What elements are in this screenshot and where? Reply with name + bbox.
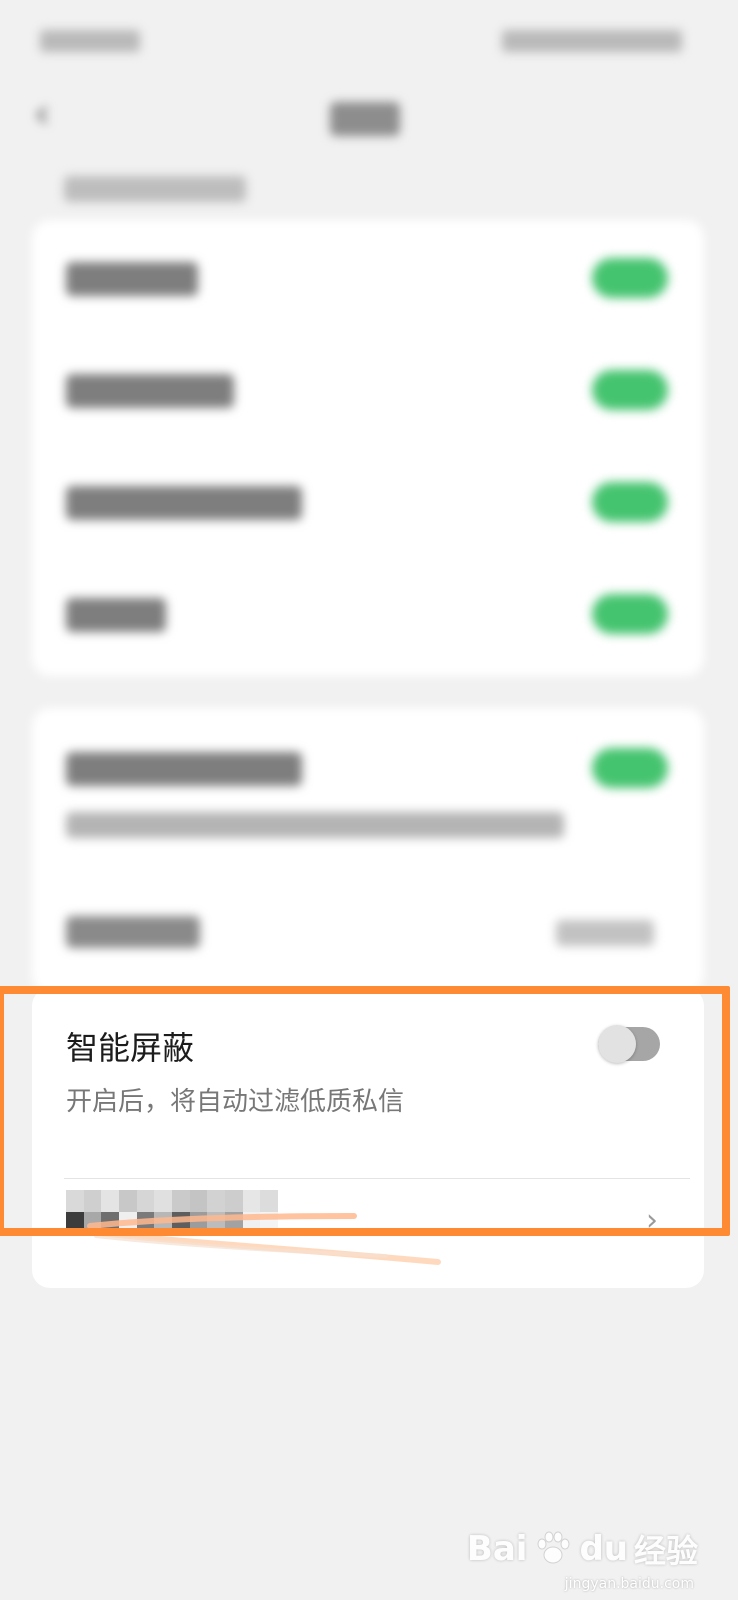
status-bar xyxy=(40,26,682,56)
watermark-brand-suffix: du xyxy=(579,1529,628,1569)
smart-block-title: 智能屏蔽 xyxy=(66,1029,195,1067)
watermark-jingyan: 经验 xyxy=(633,1532,698,1570)
settings-row[interactable] xyxy=(32,556,704,668)
settings-row[interactable] xyxy=(32,332,704,444)
row-label xyxy=(66,374,234,408)
toggle-switch-on[interactable] xyxy=(592,594,668,634)
toggle-switch-on[interactable] xyxy=(592,482,668,522)
settings-row[interactable] xyxy=(32,220,704,332)
paw-icon xyxy=(537,1531,570,1564)
row-label xyxy=(66,486,302,520)
row-description xyxy=(66,812,564,838)
chevron-right-icon[interactable]: › xyxy=(646,1206,658,1236)
page-title xyxy=(330,102,400,136)
settings-row[interactable] xyxy=(32,710,704,822)
watermark-brand: Bai xyxy=(466,1529,528,1569)
baidu-watermark: Bai du 经验 xyxy=(467,1526,698,1572)
scribble-annotation xyxy=(87,1213,441,1265)
row-label xyxy=(66,752,302,786)
status-bar-right xyxy=(502,30,682,52)
divider xyxy=(64,1178,690,1179)
back-arrow-icon[interactable]: ‹ xyxy=(34,94,50,134)
row-label xyxy=(66,598,166,632)
toggle-switch-on[interactable] xyxy=(592,370,668,410)
section-caption xyxy=(64,176,246,202)
smart-block-description: 开启后，将自动过滤低质私信 xyxy=(66,1087,405,1117)
toggle-switch-on[interactable] xyxy=(592,748,668,788)
toggle-switch-on[interactable] xyxy=(592,258,668,298)
status-bar-left xyxy=(40,30,140,52)
toggle-knob xyxy=(598,1025,636,1063)
row-label[interactable] xyxy=(66,916,200,948)
row-value xyxy=(556,920,654,946)
watermark-url: jingyan.baidu.com xyxy=(564,1576,694,1592)
smart-block-toggle[interactable] xyxy=(598,1025,660,1063)
nav-bar: ‹ xyxy=(0,82,738,152)
row-label xyxy=(66,262,198,296)
settings-row[interactable] xyxy=(32,444,704,556)
